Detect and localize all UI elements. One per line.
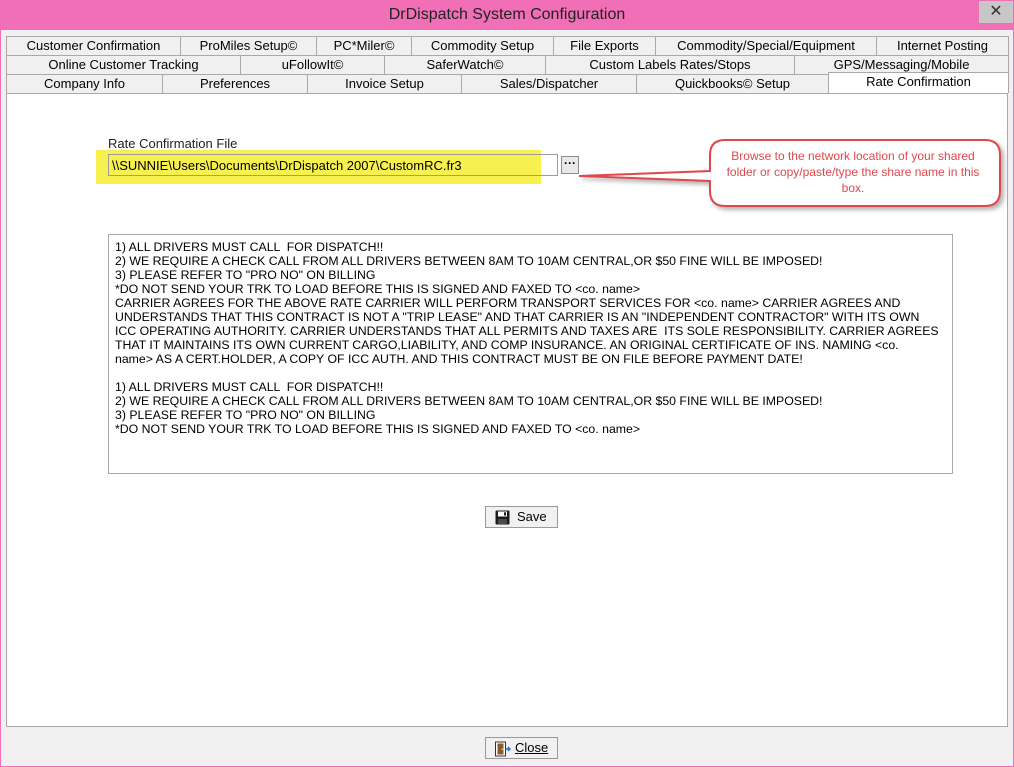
title-bar: DrDispatch System Configuration ✕ [0, 0, 1014, 30]
save-button[interactable]: Save [485, 506, 558, 528]
tab-invoice-setup[interactable]: Invoice Setup [307, 74, 462, 93]
tab-commodity-setup[interactable]: Commodity Setup [411, 36, 554, 55]
tab-file-exports[interactable]: File Exports [553, 36, 656, 55]
tab-saferwatch[interactable]: SaferWatch© [384, 55, 546, 74]
tab-company-info[interactable]: Company Info [6, 74, 163, 93]
rate-confirmation-file-label: Rate Confirmation File [108, 136, 238, 151]
rate-confirmation-file-input[interactable] [108, 154, 558, 176]
tab-commodity-special-equipment[interactable]: Commodity/Special/Equipment [655, 36, 877, 55]
tab-custom-labels-rates-stops[interactable]: Custom Labels Rates/Stops [545, 55, 795, 74]
tab-internet-posting[interactable]: Internet Posting [876, 36, 1009, 55]
window-title: DrDispatch System Configuration [388, 6, 626, 23]
door-exit-icon [495, 741, 511, 757]
close-button-label: Close [515, 740, 549, 755]
tab-quickbooks-setup[interactable]: Quickbooks© Setup [636, 74, 829, 93]
tab-sales-dispatcher[interactable]: Sales/Dispatcher [461, 74, 637, 93]
close-button[interactable]: Close [485, 737, 558, 759]
tab-pcmiler[interactable]: PC*Miler© [316, 36, 412, 55]
callout-text: Browse to the network location of your s… [726, 149, 980, 195]
save-button-label: Save [517, 509, 547, 524]
tab-online-customer-tracking[interactable]: Online Customer Tracking [6, 55, 241, 74]
rate-confirmation-text-memo[interactable]: 1) ALL DRIVERS MUST CALL FOR DISPATCH!! … [108, 234, 953, 474]
floppy-disk-icon [495, 510, 510, 525]
tab-preferences[interactable]: Preferences [162, 74, 308, 93]
tab-rate-confirmation[interactable]: Rate Confirmation [828, 72, 1009, 93]
tab-ufollowit[interactable]: uFollowIt© [240, 55, 385, 74]
tab-customer-confirmation[interactable]: Customer Confirmation [6, 36, 181, 55]
window-close-button[interactable]: ✕ [979, 1, 1013, 23]
tab-promiles-setup[interactable]: ProMiles Setup© [180, 36, 317, 55]
